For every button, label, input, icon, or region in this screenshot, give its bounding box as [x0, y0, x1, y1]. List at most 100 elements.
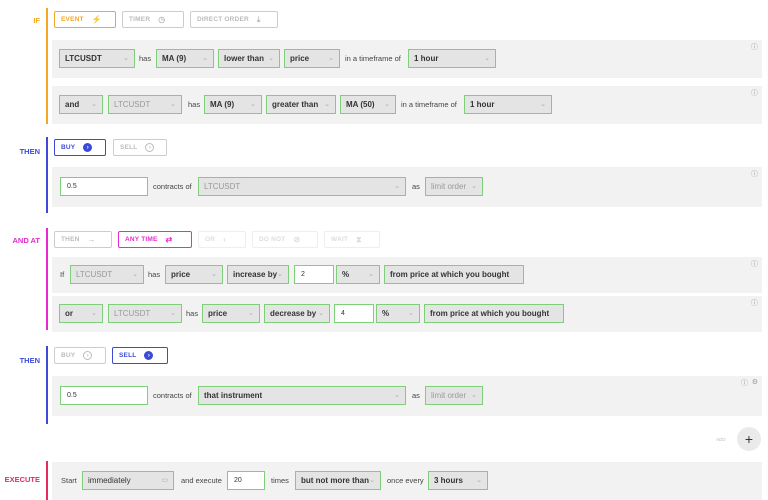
then-bar [46, 137, 48, 213]
tab-direct-order[interactable]: DIRECT ORDER ⤓ [190, 11, 278, 28]
chevron-down-icon: ⌄ [91, 310, 97, 317]
change-select[interactable]: increase by ⌄ [227, 265, 289, 284]
has-text: has [188, 100, 201, 109]
timeframe-select[interactable]: 1 hour ⌄ [408, 49, 496, 68]
change-select[interactable]: decrease by ⌄ [264, 304, 330, 323]
tab-event[interactable]: EVENT ⚡ [54, 11, 116, 28]
execute-bar [46, 461, 48, 500]
hourglass-icon: ⧗ [356, 234, 362, 244]
indicator-select[interactable]: MA (9) ⌄ [156, 49, 214, 68]
then-label: THEN [19, 147, 40, 156]
tab-or-label: OR [205, 236, 216, 243]
then-label: THEN [19, 356, 40, 365]
indicator-select[interactable]: MA (9) ⌄ [204, 95, 262, 114]
has-text: has [186, 309, 199, 318]
connector-select[interactable]: or ⌄ [59, 304, 103, 323]
unit-select[interactable]: % ⌄ [336, 265, 380, 284]
info-icon[interactable]: ⓘ [751, 169, 758, 179]
then-bar [46, 346, 48, 424]
gear-icon[interactable]: ⚙ [752, 378, 758, 386]
arrow-right-icon: › [145, 143, 155, 152]
tab-do-not-label: DO NOT [259, 236, 286, 243]
add-label: ADD [716, 437, 726, 442]
order-type-select[interactable]: limit order ⌄ [425, 177, 483, 196]
chevron-down-icon: ⌄ [476, 477, 482, 484]
info-icon[interactable]: ⓘ [751, 298, 758, 308]
tab-buy-label: BUY [61, 352, 76, 359]
interval-select[interactable]: 3 hours ⌄ [428, 471, 488, 490]
reference-select[interactable]: from price at which you bought [424, 304, 564, 323]
info-icon[interactable]: ⓘ [751, 42, 758, 52]
symbol-select[interactable]: LTCUSDT ⌄ [70, 265, 144, 284]
has-text: has [148, 270, 161, 279]
amount-input[interactable]: 0.5 [60, 177, 148, 196]
and-at-condition-row-2: or ⌄ LTCUSDT ⌄ has price ⌄ decrease by ⌄ 4 %… [52, 296, 762, 332]
chevron-left-icon: ‹ [223, 235, 227, 244]
and-execute-text: and execute [181, 476, 222, 485]
target-select[interactable]: price ⌄ [284, 49, 340, 68]
tab-wait-label: WAIT [331, 236, 349, 243]
download-icon: ⤓ [256, 14, 261, 24]
has-text: has [139, 54, 152, 63]
chevron-down-icon: ⌄ [384, 101, 390, 108]
tab-then[interactable]: THEN → [54, 231, 112, 248]
tab-buy[interactable]: BUY › [54, 139, 106, 156]
info-icon[interactable]: ⓘ [741, 378, 748, 388]
tab-sell[interactable]: SELL › [113, 139, 167, 156]
times-input[interactable]: 20 [227, 471, 265, 490]
reference-select[interactable]: from price at which you bought [384, 265, 524, 284]
contracts-of-text: contracts of [153, 391, 192, 400]
chevron-down-icon: ⌄ [369, 477, 375, 484]
then-action-row: 0.5 contracts of LTCUSDT ⌄ as limit order… [52, 167, 762, 207]
info-icon[interactable]: ⓘ [751, 259, 758, 269]
and-at-bar [46, 228, 48, 330]
symbol-select[interactable]: LTCUSDT ⌄ [59, 49, 135, 68]
instrument-select[interactable]: LTCUSDT ⌄ [198, 177, 406, 196]
chevron-down-icon: ⌄ [408, 310, 414, 317]
chevron-down-icon: ⌄ [471, 392, 477, 399]
timeframe-select[interactable]: 1 hour ⌄ [464, 95, 552, 114]
chevron-down-icon: ⌄ [248, 310, 254, 317]
change-value-input[interactable]: 4 [334, 304, 374, 323]
contracts-of-text: contracts of [153, 182, 192, 191]
unit-select[interactable]: % ⌄ [376, 304, 420, 323]
execute-row: Start immediately ▭ and execute 20 times … [52, 462, 762, 500]
comparison-select[interactable]: greater than ⌄ [266, 95, 336, 114]
chevron-down-icon: ⌄ [132, 271, 138, 278]
chevron-down-icon: ⌄ [394, 392, 400, 399]
tab-any-time[interactable]: ANY TIME ⇄ [118, 231, 192, 248]
tab-do-not[interactable]: DO NOT ⊘ [252, 231, 318, 248]
chevron-down-icon: ⌄ [318, 310, 324, 317]
start-select[interactable]: immediately ▭ [82, 471, 174, 490]
tab-buy-label: BUY [61, 144, 76, 151]
change-value-input[interactable]: 2 [294, 265, 334, 284]
then-action-row: 0.5 contracts of that instrument ⌄ as lim… [52, 376, 762, 416]
order-type-select[interactable]: limit order ⌄ [425, 386, 483, 405]
target-select[interactable]: MA (50) ⌄ [340, 95, 396, 114]
comparison-select[interactable]: lower than ⌄ [218, 49, 280, 68]
connector-select[interactable]: and ⌄ [59, 95, 103, 114]
tab-or[interactable]: OR ‹ [198, 231, 246, 248]
arrow-right-icon: › [83, 351, 93, 360]
add-button[interactable]: + [737, 427, 761, 451]
as-text: as [412, 182, 420, 191]
limit-select[interactable]: but not more than ⌄ [295, 471, 381, 490]
tab-wait[interactable]: WAIT ⧗ [324, 231, 380, 248]
chevron-down-icon: ⌄ [268, 55, 274, 62]
info-icon[interactable]: ⓘ [751, 88, 758, 98]
chevron-down-icon: ⌄ [170, 101, 176, 108]
tab-sell[interactable]: SELL › [112, 347, 168, 364]
calendar-icon: ▭ [161, 477, 168, 484]
tab-buy[interactable]: BUY › [54, 347, 106, 364]
instrument-select[interactable]: that instrument ⌄ [198, 386, 406, 405]
amount-input[interactable]: 0.5 [60, 386, 148, 405]
symbol-select[interactable]: LTCUSDT ⌄ [108, 95, 182, 114]
if-condition-row-1: LTCUSDT ⌄ has MA (9) ⌄ lower than ⌄ price ⌄ … [52, 40, 762, 78]
chevron-down-icon: ⌄ [394, 183, 400, 190]
symbol-select[interactable]: LTCUSDT ⌄ [108, 304, 182, 323]
target-select[interactable]: price ⌄ [202, 304, 260, 323]
tab-timer[interactable]: TIMER ◷ [122, 11, 184, 28]
arrow-right-icon: → [87, 235, 96, 244]
chevron-down-icon: ⌄ [250, 101, 256, 108]
target-select[interactable]: price ⌄ [165, 265, 223, 284]
